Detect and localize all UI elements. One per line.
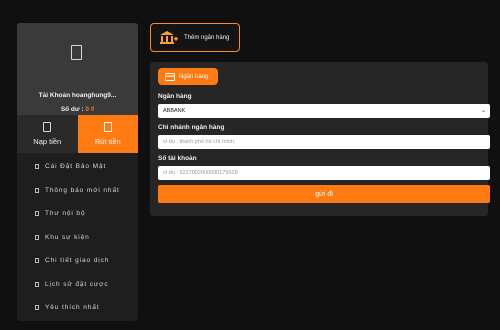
- menu-item-transactions[interactable]: Chi tiết giao dịch: [17, 249, 138, 273]
- menu-item-notifications[interactable]: Thông báo mới nhất: [17, 179, 138, 203]
- user-icon: [71, 45, 82, 60]
- bell-icon: [35, 187, 39, 193]
- wallet-tabs: Nạp tiền Rút tiền: [17, 115, 138, 153]
- bank-tab-chip[interactable]: Ngân hàng: [158, 68, 218, 85]
- bank-field-label: Ngân hàng: [158, 93, 192, 100]
- menu-item-label: Khu sự kiện: [45, 233, 90, 241]
- currency-symbol: ₫: [90, 106, 95, 113]
- sidebar-menu: Cài Đặt Bảo Mật Thông báo mới nhất Thư n…: [17, 153, 138, 320]
- branch-field-label: Chi nhánh ngân hàng: [158, 124, 225, 131]
- balance-value: 0: [85, 106, 90, 113]
- withdraw-icon: [103, 122, 112, 132]
- add-bank-button[interactable]: Thêm ngân hàng: [150, 23, 240, 52]
- menu-item-label: Chi tiết giao dịch: [45, 257, 110, 265]
- account-card: Tài Khoản hoanghung9... Số dư : 0 ₫: [17, 23, 138, 115]
- bank-form-panel: Ngân hàng Ngân hàng ABBANK ⌄ Chi nhánh n…: [150, 62, 490, 216]
- menu-item-events[interactable]: Khu sự kiện: [17, 226, 138, 250]
- shield-icon: [35, 164, 39, 170]
- menu-item-label: Lịch sử đặt cược: [45, 280, 109, 288]
- chevron-down-icon: ⌄: [480, 108, 486, 114]
- deposit-icon: [43, 122, 52, 132]
- card-icon: [165, 72, 175, 81]
- menu-item-label: Thư nội bộ: [45, 210, 86, 218]
- menu-item-label: Cài Đặt Bảo Mật: [45, 163, 107, 171]
- tab-withdraw-label: Rút tiền: [94, 137, 121, 146]
- tab-deposit[interactable]: Nạp tiền: [17, 115, 78, 153]
- bank-chip-label: Ngân hàng: [179, 73, 209, 80]
- account-number-label: Số tài khoản: [158, 155, 197, 162]
- menu-item-label: Yêu thích nhất: [45, 304, 100, 312]
- star-icon: [35, 305, 39, 311]
- menu-item-inbox[interactable]: Thư nội bộ: [17, 202, 138, 226]
- account-name: Tài Khoản hoanghung9...: [38, 92, 117, 99]
- history-icon: [35, 281, 39, 287]
- mail-icon: [35, 211, 39, 217]
- account-balance: Số dư : 0 ₫: [17, 106, 138, 113]
- menu-item-favorites[interactable]: Yêu thích nhất: [17, 296, 138, 320]
- submit-button[interactable]: gửi đi: [158, 185, 490, 203]
- gift-icon: [35, 234, 39, 240]
- bank-select-value: ABBANK: [163, 108, 186, 114]
- bank-select[interactable]: ABBANK ⌄: [158, 104, 490, 118]
- menu-item-label: Thông báo mới nhất: [45, 186, 120, 194]
- menu-item-security[interactable]: Cài Đặt Bảo Mật: [17, 155, 138, 179]
- tab-deposit-label: Nạp tiền: [33, 137, 62, 146]
- sidebar: Tài Khoản hoanghung9... Số dư : 0 ₫ Nạp …: [17, 23, 138, 321]
- branch-input[interactable]: [158, 135, 490, 149]
- balance-label: Số dư :: [60, 106, 84, 113]
- account-number-input[interactable]: [158, 166, 490, 180]
- tab-withdraw[interactable]: Rút tiền: [77, 115, 138, 153]
- bank-icon: [160, 31, 178, 44]
- add-bank-label: Thêm ngân hàng: [184, 34, 230, 41]
- list-icon: [35, 258, 39, 264]
- menu-item-bet-history[interactable]: Lịch sử đặt cược: [17, 273, 138, 297]
